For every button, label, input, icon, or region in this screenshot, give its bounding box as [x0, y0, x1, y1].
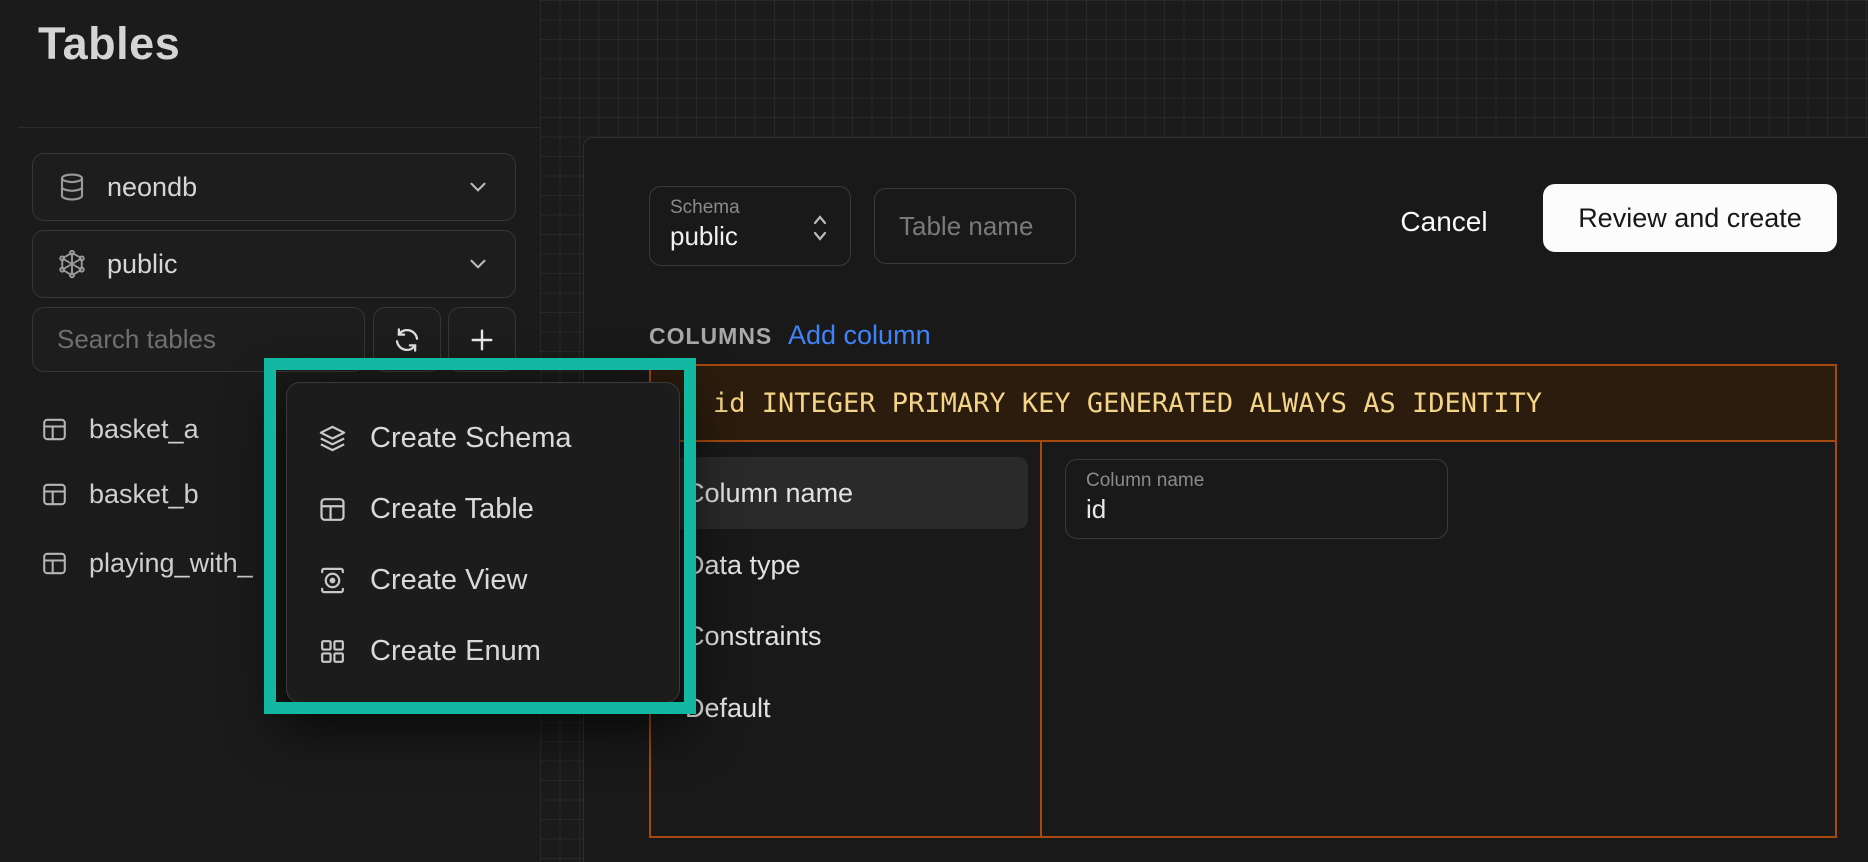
column-name-input-value: id — [1086, 494, 1427, 525]
table-name-input[interactable]: Table name — [874, 188, 1076, 264]
database-icon — [57, 171, 87, 203]
table-icon — [40, 480, 69, 509]
layers-icon — [317, 423, 348, 454]
menu-item-create-schema[interactable]: Create Schema — [287, 403, 679, 474]
menu-item-label: Create Table — [370, 493, 534, 526]
menu-item-label: Create View — [370, 564, 527, 597]
cancel-button[interactable]: Cancel — [1384, 200, 1504, 244]
create-table-panel: Schema public Table name Cancel Review a… — [583, 137, 1868, 862]
column-editor-body: Column name Data type Constraints Defaul… — [651, 442, 1835, 836]
table-name: basket_a — [89, 414, 199, 445]
menu-item-label: Create Schema — [370, 422, 572, 455]
columns-section-header: COLUMNS — [649, 323, 772, 350]
nav-item-constraints[interactable]: Constraints — [663, 600, 1028, 672]
create-dropdown-menu: Create Schema Create Table Create View C… — [286, 382, 680, 703]
app-window: Tables neondb — [0, 0, 1868, 862]
schema-icon — [57, 248, 87, 280]
column-name-input-label: Column name — [1086, 470, 1427, 492]
add-column-link[interactable]: Add column — [788, 320, 931, 351]
grid-icon — [317, 636, 348, 667]
menu-item-create-enum[interactable]: Create Enum — [287, 616, 679, 687]
menu-item-create-view[interactable]: Create View — [287, 545, 679, 616]
chevron-down-icon — [465, 251, 491, 277]
refresh-tables-button[interactable] — [373, 307, 441, 372]
table-icon — [317, 494, 348, 525]
schema-select[interactable]: public — [32, 230, 516, 298]
column-definition-row[interactable]: id INTEGER PRIMARY KEY GENERATED ALWAYS … — [651, 366, 1835, 442]
table-name: playing_with_ — [89, 548, 253, 579]
nav-item-data-type[interactable]: Data type — [663, 529, 1028, 601]
menu-item-label: Create Enum — [370, 635, 541, 668]
table-name-placeholder: Table name — [899, 211, 1033, 242]
column-editor-fields: Column name id — [1042, 442, 1835, 836]
table-name: basket_b — [89, 479, 199, 510]
column-sql-text: id INTEGER PRIMARY KEY GENERATED ALWAYS … — [713, 388, 1542, 419]
nav-item-column-name[interactable]: Column name — [663, 457, 1028, 529]
column-name-input[interactable]: Column name id — [1065, 459, 1448, 539]
schema-select-value: public — [107, 249, 445, 280]
column-editor-nav: Column name Data type Constraints Defaul… — [651, 442, 1042, 836]
database-select-value: neondb — [107, 172, 445, 203]
column-editor: id INTEGER PRIMARY KEY GENERATED ALWAYS … — [649, 364, 1837, 838]
create-new-button[interactable] — [448, 307, 516, 372]
menu-item-create-table[interactable]: Create Table — [287, 474, 679, 545]
database-select[interactable]: neondb — [32, 153, 516, 221]
sidebar-divider — [18, 127, 540, 128]
search-tables-input[interactable]: Search tables — [32, 307, 365, 372]
page-title: Tables — [38, 18, 180, 70]
updown-chevrons-icon — [808, 211, 832, 245]
eye-icon — [317, 565, 348, 596]
schema-field-value: public — [670, 221, 830, 252]
review-and-create-button[interactable]: Review and create — [1543, 184, 1837, 252]
table-icon — [40, 415, 69, 444]
nav-item-default[interactable]: Default — [663, 672, 1028, 744]
chevron-down-icon — [465, 174, 491, 200]
plus-icon — [466, 324, 498, 356]
search-placeholder: Search tables — [57, 324, 216, 355]
schema-field-select[interactable]: Schema public — [649, 186, 851, 266]
schema-field-label: Schema — [670, 197, 830, 219]
refresh-icon — [392, 325, 422, 355]
table-icon — [40, 549, 69, 578]
